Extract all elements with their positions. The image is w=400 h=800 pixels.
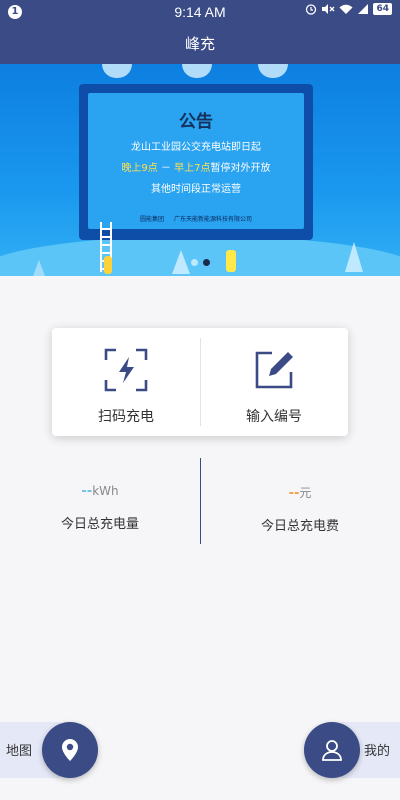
carousel-dot-active[interactable]	[202, 259, 210, 266]
edit-icon	[255, 351, 293, 389]
signal-icon	[358, 4, 369, 14]
status-bar: 1 9:14 AM 64	[0, 0, 400, 24]
cost-value-row: --元	[200, 484, 400, 501]
notice-time-separator: －	[157, 163, 175, 174]
notice-time-start: 晚上9点	[121, 163, 158, 174]
scan-charge-button[interactable]: 扫码充电	[52, 328, 200, 436]
scan-charge-label: 扫码充电	[98, 409, 154, 425]
status-icons: 64	[305, 3, 392, 15]
cost-unit: 元	[299, 486, 312, 500]
input-number-label: 输入编号	[246, 409, 302, 425]
user-icon	[322, 740, 342, 761]
announcement-banner[interactable]: 公告 龙山工业园公交充电站即日起 晚上9点 － 早上7点暂停对外开放 其他时间段…	[0, 64, 400, 276]
ground-decoration	[0, 236, 400, 276]
tree-decoration	[345, 242, 363, 272]
energy-unit: kWh	[92, 484, 119, 498]
map-tab-label: 地图	[6, 744, 33, 759]
spotlight-decoration	[102, 64, 132, 78]
input-number-button[interactable]: 输入编号	[200, 328, 348, 436]
wifi-icon	[339, 4, 353, 14]
cost-label: 今日总充电费	[260, 519, 339, 534]
billboard-frame: 公告 龙山工业园公交充电站即日起 晚上9点 － 早上7点暂停对外开放 其他时间段…	[79, 84, 313, 240]
me-tab-label: 我的	[363, 744, 390, 759]
mute-icon	[322, 4, 335, 14]
spotlight-decoration	[182, 64, 212, 78]
energy-label: 今日总充电量	[60, 517, 139, 532]
energy-stat: --kWh 今日总充电量	[0, 458, 200, 544]
map-button[interactable]	[42, 722, 98, 778]
billboard-screen: 公告 龙山工业园公交充电站即日起 晚上9点 － 早上7点暂停对外开放 其他时间段…	[88, 93, 304, 229]
location-pin-icon	[62, 739, 78, 761]
scan-charge-icon	[104, 348, 148, 392]
energy-value: --	[81, 484, 93, 499]
page-title: 峰充	[0, 24, 400, 64]
notice-line-1: 龙山工业园公交充电站即日起	[131, 142, 261, 153]
notice-time-end: 早上7点	[174, 163, 211, 174]
energy-value-row: --kWh	[0, 484, 200, 499]
stats-divider	[200, 458, 201, 544]
sponsor-logo-left: 圆能集团	[139, 216, 164, 223]
notice-title: 公告	[179, 112, 213, 132]
notice-line-2: 晚上9点 － 早上7点暂停对外开放	[88, 159, 304, 174]
notice-line-3: 其他时间段正常运营	[151, 184, 241, 195]
me-button[interactable]	[304, 722, 360, 778]
notice-footer: 圆能集团 广东天能新能源科技有限公司	[88, 214, 304, 223]
today-stats: --kWh 今日总充电量 --元 今日总充电费	[0, 458, 400, 544]
carousel-indicator	[0, 259, 400, 266]
cost-stat: --元 今日总充电费	[200, 458, 400, 544]
cost-value: --	[288, 486, 300, 501]
charge-action-card: 扫码充电 输入编号	[52, 328, 348, 436]
carousel-dot[interactable]	[190, 259, 198, 266]
sponsor-logo-right: 广东天能新能源科技有限公司	[174, 216, 253, 223]
notice-line-2-rest: 暂停对外开放	[210, 163, 271, 174]
alarm-icon	[306, 4, 317, 15]
spotlight-decoration	[258, 64, 288, 78]
battery-icon: 64	[373, 3, 392, 15]
